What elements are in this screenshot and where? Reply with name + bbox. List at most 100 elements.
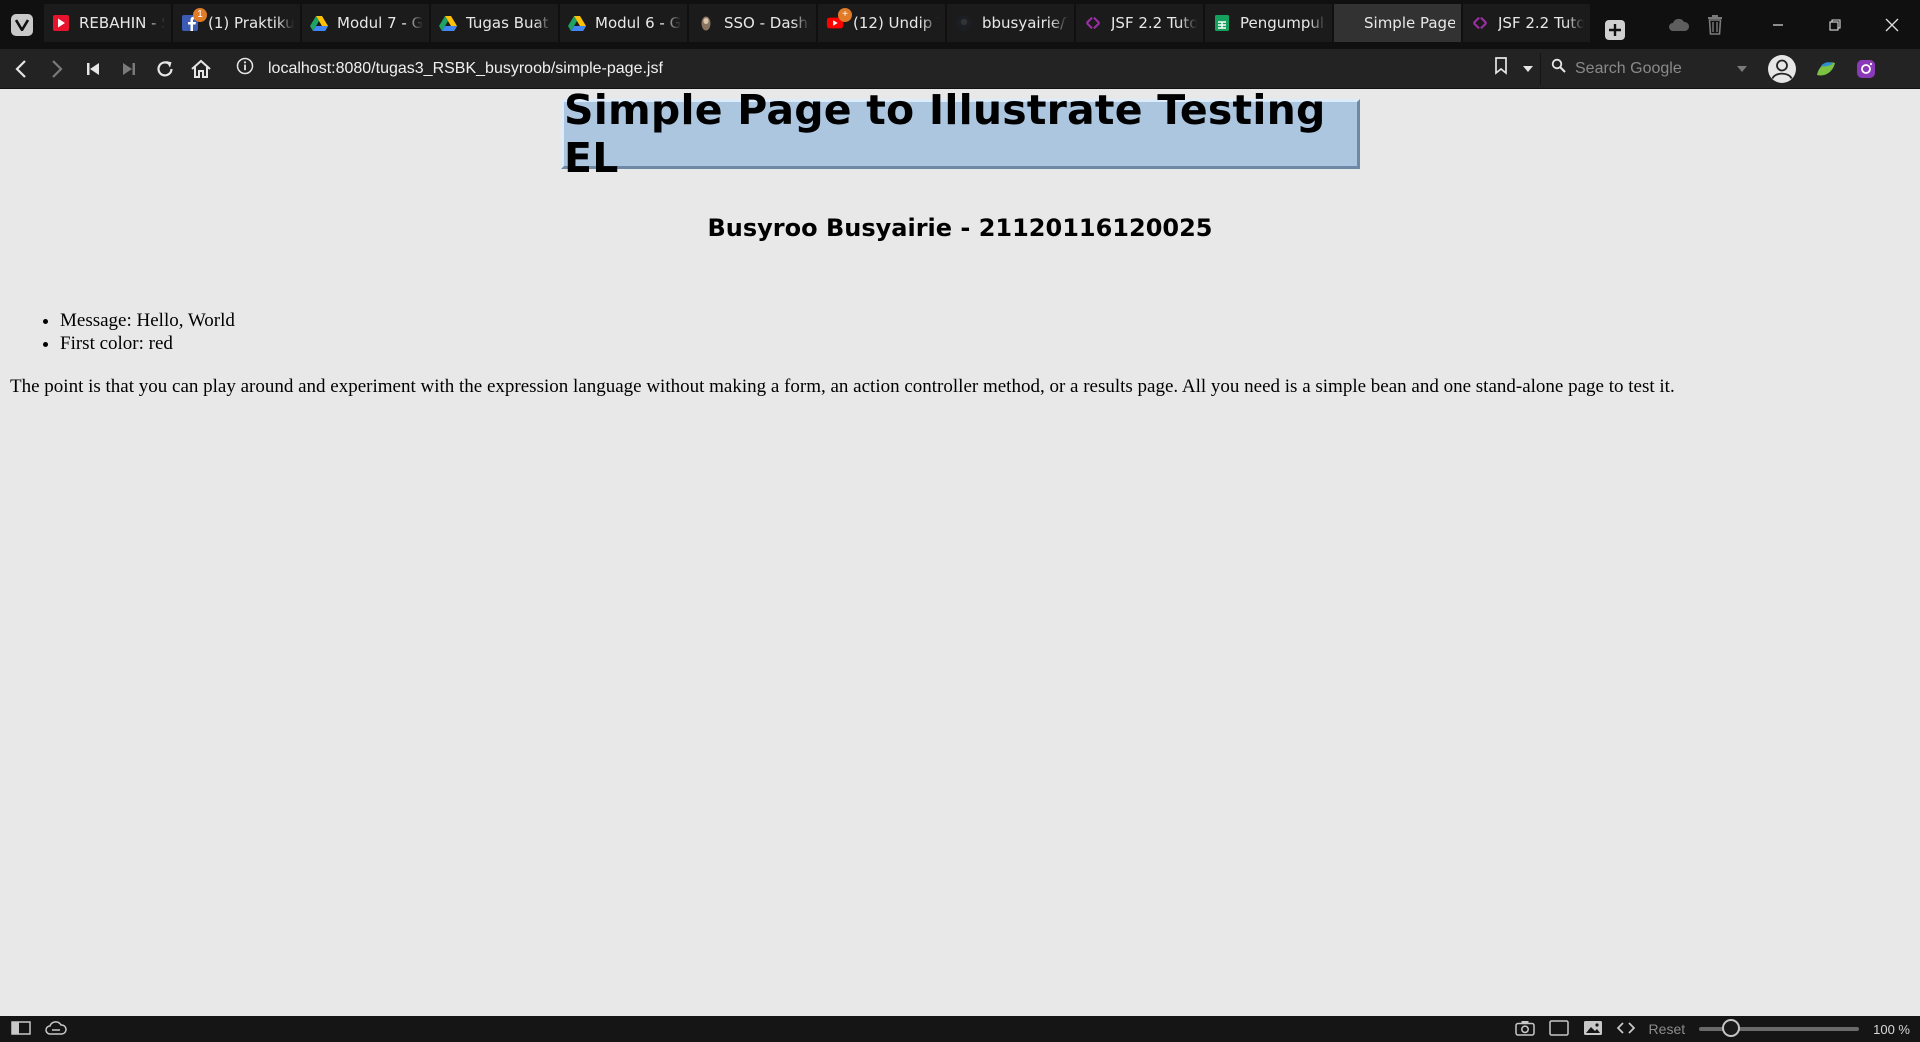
tab-label: SSO - Dashb (724, 14, 810, 32)
reload-button[interactable] (148, 52, 182, 86)
tiling-icon (1548, 1019, 1569, 1036)
tab-9[interactable]: Pengumpulan (1205, 4, 1332, 42)
arrow-right-icon (52, 59, 63, 78)
tabbar-controls (1661, 0, 1920, 49)
tab-label: (12) Undip TV (853, 14, 939, 32)
tab-label: (1) Praktikum (208, 14, 294, 32)
navigation-bar: localhost:8080/tugas3_RSBK_busyroob/simp… (0, 49, 1920, 89)
sync-cloud-button[interactable] (1661, 7, 1697, 43)
address-bar-actions (1494, 57, 1534, 80)
trash-icon (1708, 14, 1722, 35)
zoom-reset-button[interactable]: Reset (1649, 1021, 1686, 1037)
tab-3[interactable]: Tugas Buat M (431, 4, 558, 42)
cloud-sync-icon (45, 1020, 67, 1035)
code-icon (1616, 1021, 1635, 1034)
tab-6[interactable]: +(12) Undip TV (818, 4, 945, 42)
tab-label: Pengumpulan (1240, 14, 1326, 32)
image-icon (1583, 1020, 1602, 1035)
address-bar[interactable]: localhost:8080/tugas3_RSBK_busyroob/simp… (230, 53, 1540, 85)
instagram-icon (1857, 59, 1875, 78)
author-heading: Busyroo Busyairie - 21120116120025 (707, 214, 1213, 242)
status-bar: Reset 100 % (0, 1016, 1920, 1042)
facebook-icon: 1 (181, 8, 207, 32)
tab-label: Modul 6 - Go (595, 14, 681, 32)
chevron-down-icon[interactable] (1736, 60, 1748, 78)
tab-bar: REBAHIN - S 1(1) Praktikum Modul 7 - Go Tug… (0, 0, 1920, 49)
list-item-message: Message: Hello, World (60, 309, 235, 332)
minimize-icon (1772, 23, 1783, 26)
tab-strip: REBAHIN - S 1(1) Praktikum Modul 7 - Go Tug… (44, 4, 1592, 45)
tab-4[interactable]: Modul 6 - Go (560, 4, 687, 42)
chevron-down-icon[interactable] (1522, 60, 1534, 78)
forward-button[interactable] (40, 52, 74, 86)
panel-toggle-button[interactable] (11, 1020, 31, 1038)
back-button[interactable] (4, 52, 38, 86)
capture-button[interactable] (1514, 1020, 1535, 1039)
sso-icon (697, 14, 715, 32)
reload-icon (157, 60, 173, 77)
google-drive-icon (310, 14, 328, 32)
fast-forward-icon (123, 62, 135, 75)
instagram-extension-button[interactable] (1850, 53, 1882, 85)
page-viewport: Simple Page to Illustrate Testing EL Bus… (0, 86, 1920, 1016)
camera-icon (1514, 1020, 1535, 1036)
fast-forward-button[interactable] (112, 52, 146, 86)
tab-label: bbusyairie/T (982, 14, 1068, 32)
notification-badge: 1 (193, 8, 207, 22)
vivaldi-menu-button[interactable] (0, 0, 44, 49)
home-icon (191, 59, 211, 78)
images-toggle-button[interactable] (1583, 1020, 1603, 1039)
tab-label: JSF 2.2 Tutori (1111, 14, 1197, 32)
youtube-icon: + (826, 8, 852, 32)
home-button[interactable] (184, 52, 218, 86)
extension-button[interactable] (1810, 53, 1842, 85)
tab-11[interactable]: JSF 2.2 Tutori (1463, 4, 1590, 42)
profile-button[interactable] (1766, 53, 1798, 85)
zoom-slider-handle[interactable] (1722, 1019, 1741, 1037)
tab-label: Simple Page (1364, 14, 1455, 32)
panel-toggle-icon (11, 1020, 31, 1035)
zoom-level: 100 % (1873, 1021, 1910, 1037)
tab-5[interactable]: SSO - Dashb (689, 4, 816, 42)
page-actions-button[interactable] (1616, 1021, 1635, 1038)
explanation-paragraph: The point is that you can play around an… (10, 376, 1675, 397)
arrow-left-icon (15, 59, 26, 78)
plus-icon (1605, 20, 1625, 40)
zoom-slider[interactable] (1699, 1019, 1860, 1037)
restore-icon (1828, 18, 1841, 31)
google-sheets-icon (1213, 14, 1231, 32)
rewind-button[interactable] (76, 52, 110, 86)
vivaldi-logo-icon (11, 13, 33, 36)
search-field[interactable]: Search Google (1540, 52, 1756, 85)
closed-tabs-button[interactable] (1697, 7, 1733, 43)
search-placeholder: Search Google (1575, 59, 1682, 77)
github-icon (955, 14, 973, 32)
close-window-button[interactable] (1863, 0, 1920, 49)
tab-7[interactable]: bbusyairie/T (947, 4, 1074, 42)
tiling-button[interactable] (1548, 1019, 1569, 1039)
rebahin-icon (52, 14, 70, 32)
google-drive-icon (439, 14, 457, 32)
site-info-icon[interactable] (236, 57, 254, 80)
tab-10[interactable]: Simple Page (1334, 4, 1461, 42)
user-avatar-icon (1768, 54, 1796, 83)
page-title-box: Simple Page to Illustrate Testing EL (561, 86, 1360, 182)
tab-label: Tugas Buat M (466, 14, 552, 32)
tab-8[interactable]: JSF 2.2 Tutori (1076, 4, 1203, 42)
el-results-list: Message: Hello, World First color: red (22, 309, 235, 355)
tab-1[interactable]: 1(1) Praktikum (173, 4, 300, 42)
restore-button[interactable] (1806, 0, 1863, 49)
tab-label: JSF 2.2 Tutori (1498, 14, 1584, 32)
bookmark-icon[interactable] (1494, 57, 1508, 80)
jsf-icon (1084, 14, 1102, 32)
sync-status-button[interactable] (45, 1020, 67, 1038)
list-item-color: First color: red (60, 332, 235, 355)
search-engine-icon[interactable] (1551, 58, 1567, 79)
url-text[interactable]: localhost:8080/tugas3_RSBK_busyroob/simp… (268, 60, 663, 78)
minimize-button[interactable] (1749, 0, 1806, 49)
tab-0[interactable]: REBAHIN - S (44, 4, 171, 42)
new-tab-button[interactable] (1596, 11, 1634, 49)
tab-2[interactable]: Modul 7 - Go (302, 4, 429, 42)
google-drive-icon (568, 14, 586, 32)
close-icon (1885, 18, 1898, 31)
